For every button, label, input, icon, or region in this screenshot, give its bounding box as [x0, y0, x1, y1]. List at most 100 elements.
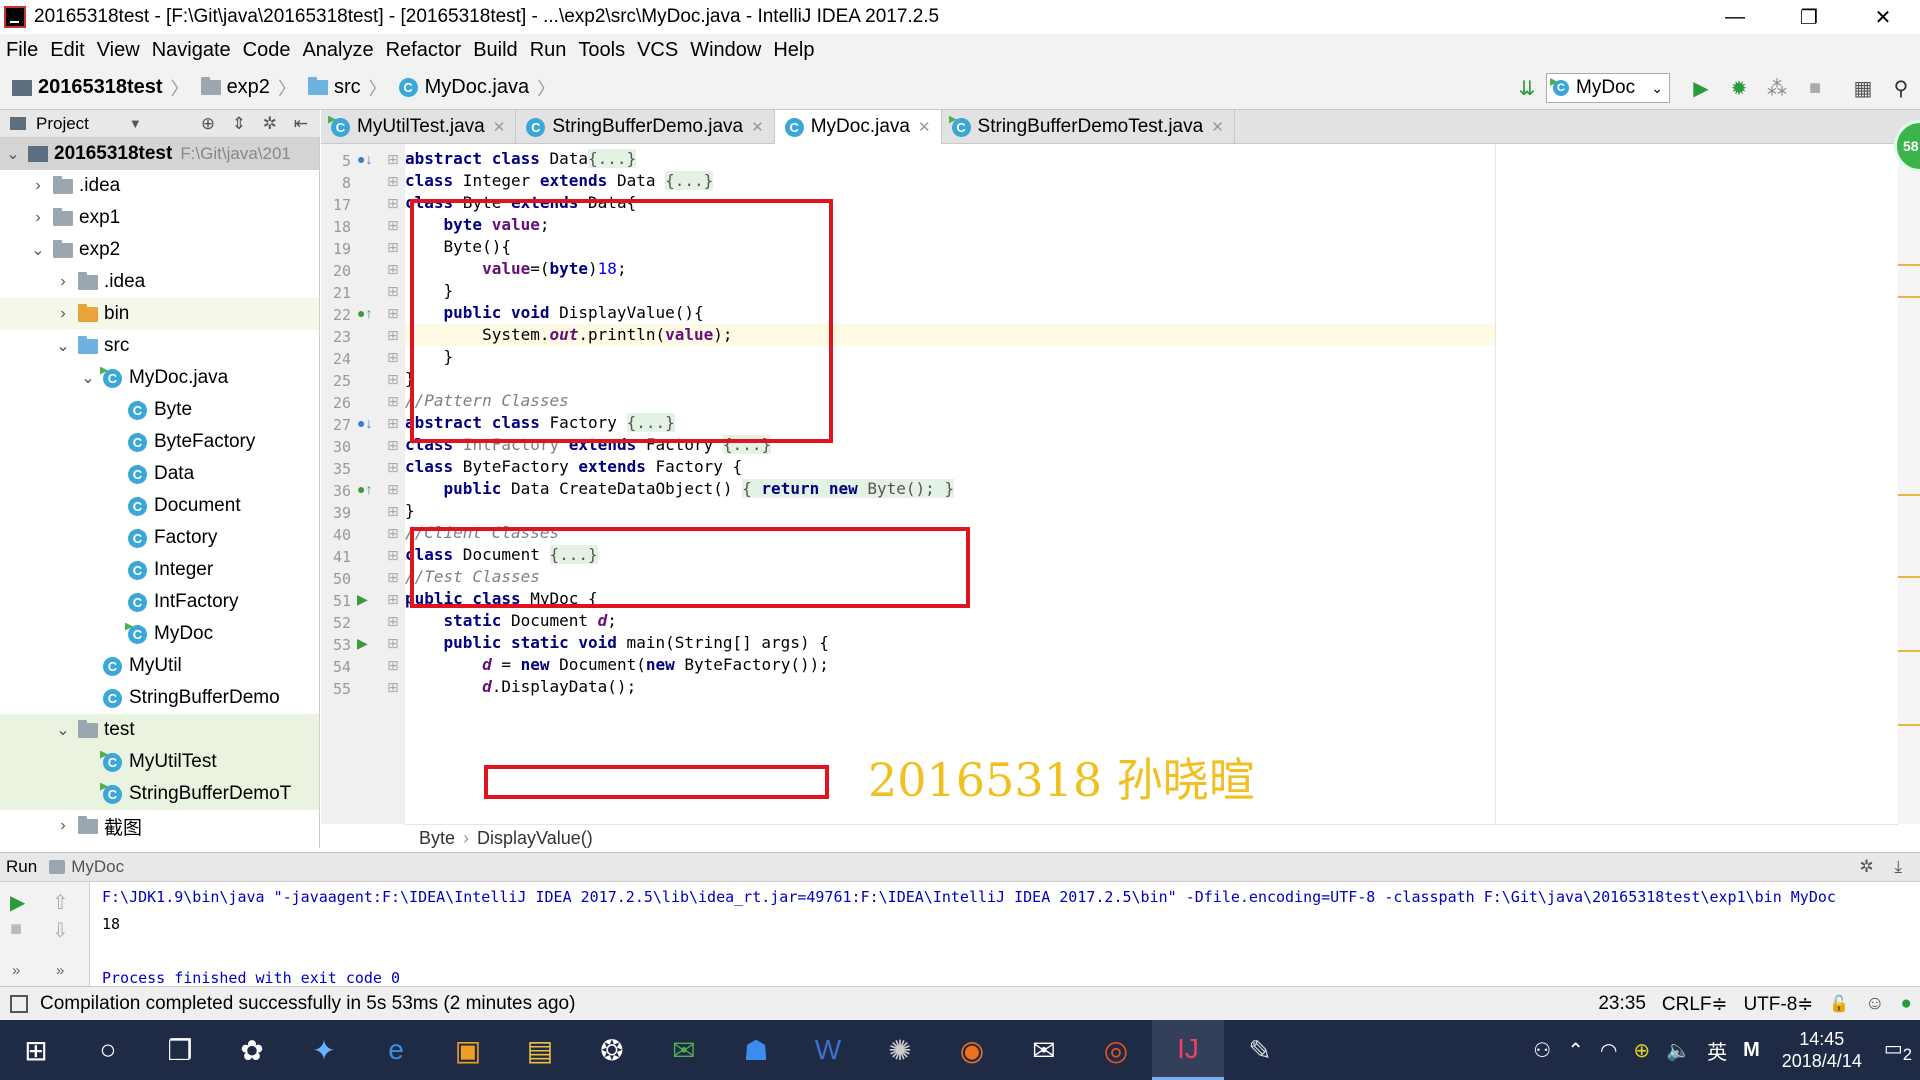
code-line[interactable]: abstract class Data{...}: [405, 148, 637, 170]
tree-item[interactable]: › .idea: [0, 170, 319, 202]
tree-item[interactable]: › exp1: [0, 202, 319, 234]
code-line[interactable]: public static void main(String[] args) {: [405, 632, 829, 654]
fold-marker-icon[interactable]: ⊞: [387, 547, 399, 564]
word-icon[interactable]: W: [792, 1020, 864, 1080]
fold-marker-icon[interactable]: ⊞: [387, 591, 399, 608]
tree-item[interactable]: C MyUtilTest: [0, 746, 319, 778]
people-icon[interactable]: ⚇: [1533, 1038, 1551, 1063]
stripe-mark[interactable]: [1898, 650, 1920, 652]
run-panel-settings-icon[interactable]: ✲ ⤓: [1860, 857, 1910, 877]
menu-edit[interactable]: Edit: [50, 39, 84, 62]
inspector-icon[interactable]: ☺: [1865, 993, 1884, 1015]
chevron-up-icon[interactable]: ⌃: [1567, 1038, 1584, 1063]
tree-item[interactable]: C IntFactory: [0, 586, 319, 618]
menu-refactor[interactable]: Refactor: [386, 39, 462, 62]
ime-indicator[interactable]: 英: [1707, 1036, 1727, 1065]
editor-tab[interactable]: C MyDoc.java ✕: [774, 110, 942, 144]
stop-icon[interactable]: ■: [10, 918, 22, 941]
run-icon[interactable]: ▶: [1686, 73, 1716, 103]
wifi-icon[interactable]: ◠: [1600, 1038, 1617, 1063]
fold-marker-icon[interactable]: ⊞: [387, 261, 399, 278]
down-arrow-icon[interactable]: ⇩: [52, 918, 69, 943]
fold-marker-icon[interactable]: ⊞: [387, 151, 399, 168]
tree-item[interactable]: C StringBufferDemo: [0, 682, 319, 714]
menu-navigate[interactable]: Navigate: [152, 39, 231, 62]
tab-close-icon[interactable]: ✕: [493, 118, 506, 136]
tree-item[interactable]: C MyDoc: [0, 618, 319, 650]
file-explorer-icon[interactable]: ▤: [504, 1020, 576, 1080]
breadcrumb-exp2[interactable]: exp2 〉: [200, 75, 296, 101]
fold-marker-icon[interactable]: ⊞: [387, 327, 399, 344]
code-line[interactable]: public Data CreateDataObject() { return …: [405, 478, 955, 500]
tree-item[interactable]: ⌄ exp2: [0, 234, 319, 266]
fold-marker-icon[interactable]: ⊞: [387, 305, 399, 322]
firefox-icon[interactable]: ◉: [936, 1020, 1008, 1080]
lock-icon[interactable]: 🔓: [1829, 994, 1849, 1014]
caret-position[interactable]: 23:35: [1598, 993, 1646, 1015]
fold-marker-icon[interactable]: ⊞: [387, 173, 399, 190]
override-gutter-icon[interactable]: ●↑: [357, 305, 372, 321]
line-separator[interactable]: CRLF≑: [1662, 993, 1728, 1016]
more-icon[interactable]: »: [12, 962, 20, 979]
system-clock[interactable]: 14:45 2018/4/14: [1782, 1028, 1862, 1072]
tree-item[interactable]: C Factory: [0, 522, 319, 554]
error-stripe[interactable]: [1898, 144, 1920, 824]
tab-close-icon[interactable]: ✕: [1211, 118, 1224, 136]
task-view-icon[interactable]: ❐: [144, 1020, 216, 1080]
app-icon-bird[interactable]: ✦: [288, 1020, 360, 1080]
fold-marker-icon[interactable]: ⊞: [387, 613, 399, 630]
intellij-taskbar-icon[interactable]: IJ: [1152, 1020, 1224, 1080]
tree-item[interactable]: C Byte: [0, 394, 319, 426]
menu-tools[interactable]: Tools: [578, 39, 625, 62]
override-gutter-icon[interactable]: ●↑: [357, 481, 372, 497]
build-icon[interactable]: ⇊: [1512, 73, 1542, 103]
fold-marker-icon[interactable]: ⊞: [387, 635, 399, 652]
app-tray-icon[interactable]: ⊕: [1633, 1038, 1650, 1063]
editor-tab[interactable]: C StringBufferDemoTest.java ✕: [942, 110, 1235, 144]
minimize-button[interactable]: —: [1698, 0, 1772, 34]
tree-item[interactable]: ⌄ 20165318test F:\Git\java\201: [0, 138, 319, 170]
chevron-down-icon[interactable]: ⌄: [54, 720, 72, 740]
windows-start-icon[interactable]: ⊞: [0, 1020, 72, 1080]
tree-item[interactable]: C Document: [0, 490, 319, 522]
edge-browser-icon[interactable]: e: [360, 1020, 432, 1080]
project-panel-title[interactable]: Project: [36, 114, 89, 134]
close-button[interactable]: ✕: [1846, 0, 1920, 34]
code-line[interactable]: d = new Document(new ByteFactory());: [405, 654, 829, 676]
code-line[interactable]: }: [405, 500, 415, 522]
run-gutter-icon[interactable]: ▶: [357, 635, 368, 652]
fold-marker-icon[interactable]: ⊞: [387, 239, 399, 256]
menu-file[interactable]: File: [6, 39, 38, 62]
chevron-right-icon[interactable]: ›: [29, 177, 47, 195]
crumb-class[interactable]: Byte: [419, 828, 455, 849]
menu-build[interactable]: Build: [473, 39, 517, 62]
menu-analyze[interactable]: Analyze: [302, 39, 373, 62]
fold-marker-icon[interactable]: ⊞: [387, 217, 399, 234]
tree-item[interactable]: C Integer: [0, 554, 319, 586]
up-arrow-icon[interactable]: ⇧: [52, 890, 69, 915]
coverage-icon[interactable]: ⁂: [1762, 73, 1792, 103]
paint-icon[interactable]: ✎: [1224, 1020, 1296, 1080]
stripe-mark[interactable]: [1898, 494, 1920, 496]
mail-icon[interactable]: ✉: [1008, 1020, 1080, 1080]
ubuntu-icon[interactable]: ◎: [1080, 1020, 1152, 1080]
notification-icon[interactable]: ▭2: [1884, 1036, 1912, 1065]
file-encoding[interactable]: UTF-8≑: [1743, 993, 1813, 1016]
menu-vcs[interactable]: VCS: [637, 39, 678, 62]
wechat-icon[interactable]: ✉: [648, 1020, 720, 1080]
breadcrumb-src[interactable]: src 〉: [307, 75, 387, 101]
tab-close-icon[interactable]: ✕: [918, 118, 931, 136]
run-config-select[interactable]: C MyDoc ⌄: [1546, 73, 1670, 103]
tree-item[interactable]: ⌄ C MyDoc.java: [0, 362, 319, 394]
app-icon-spider[interactable]: ✺: [864, 1020, 936, 1080]
volume-icon[interactable]: 🔈: [1666, 1038, 1691, 1063]
tree-item[interactable]: › 截图: [0, 810, 319, 842]
tree-item[interactable]: ⌄ test: [0, 714, 319, 746]
stripe-mark[interactable]: [1898, 724, 1920, 726]
chevron-right-icon[interactable]: ›: [54, 273, 72, 291]
search-icon[interactable]: ⚲: [1886, 73, 1916, 103]
chevron-down-icon[interactable]: ⌄: [54, 336, 72, 356]
debug-icon[interactable]: ✹: [1724, 73, 1754, 103]
breadcrumb-project[interactable]: 20165318test 〉: [12, 75, 189, 101]
tool-windows-icon[interactable]: [10, 994, 28, 1013]
